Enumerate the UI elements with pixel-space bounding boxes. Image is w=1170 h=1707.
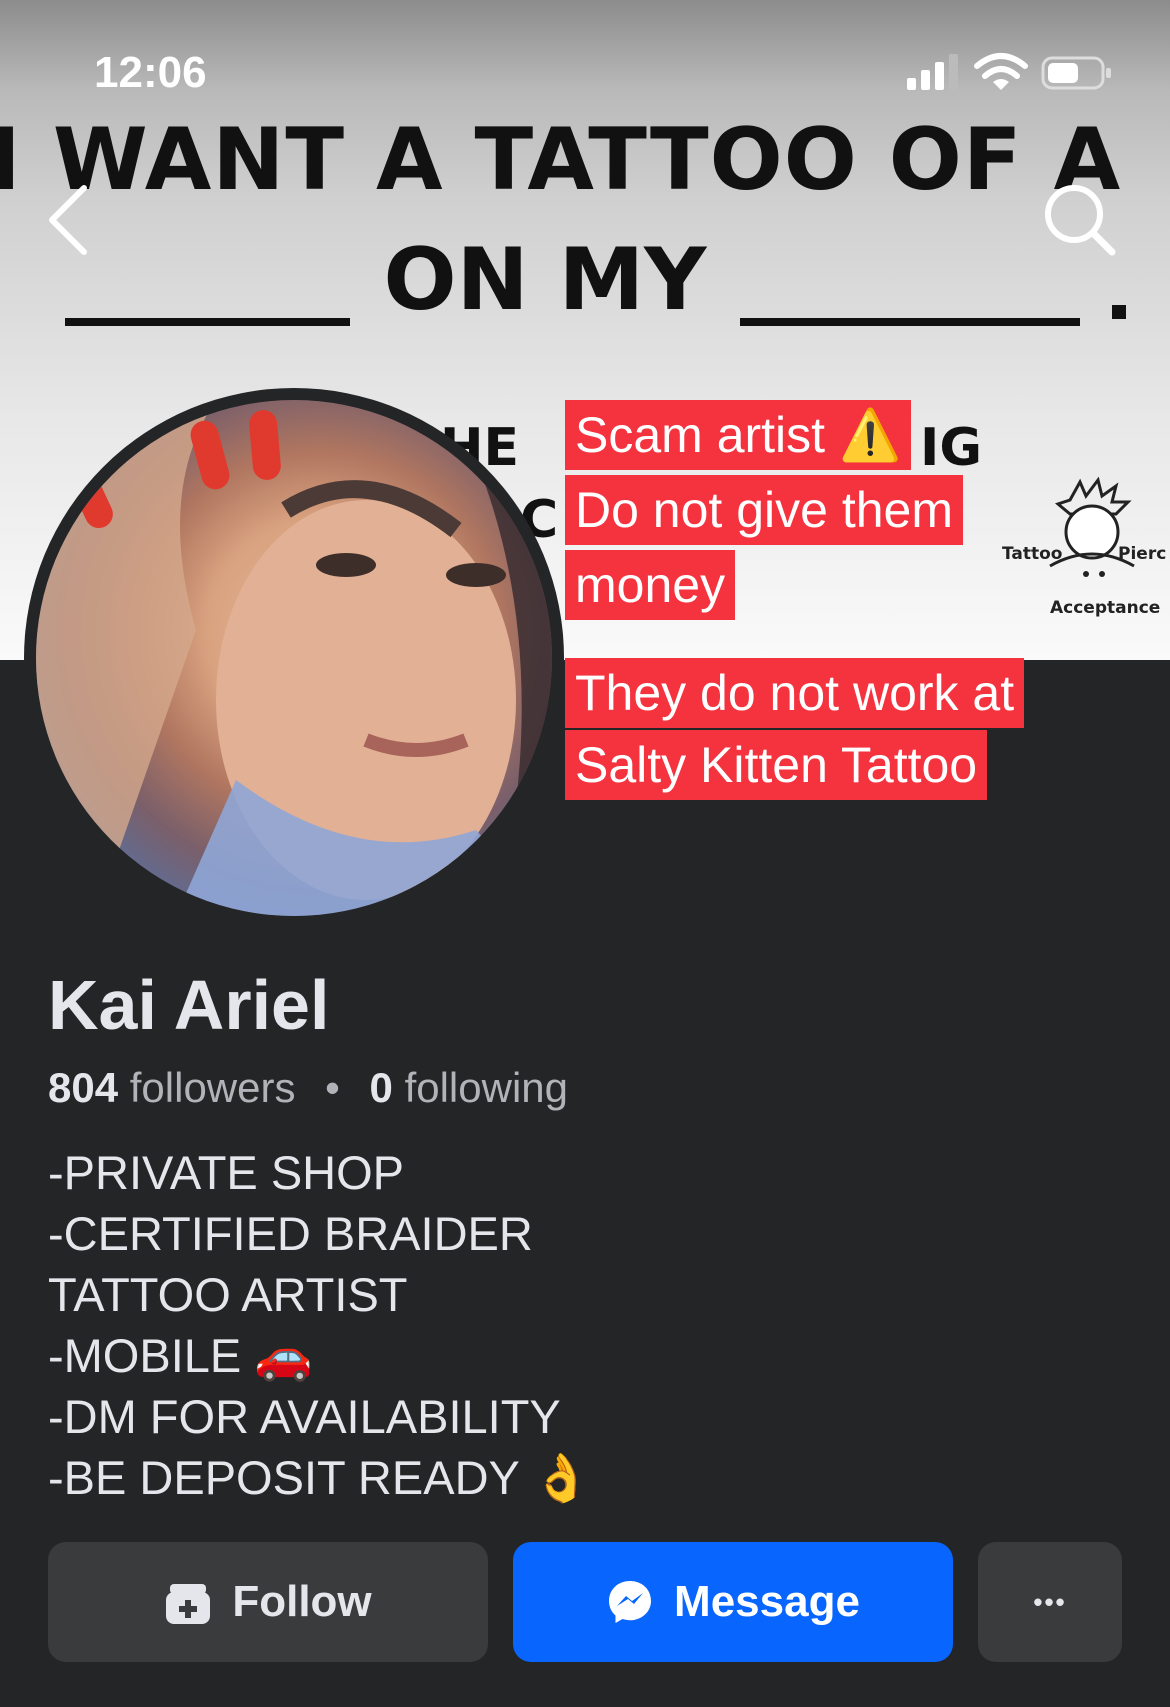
note-label: Salty Kitten Tattoo [565,730,988,800]
note-label: They do not work at [565,658,1025,728]
more-icon: ••• [1033,1586,1067,1617]
back-icon [49,185,87,255]
status-time: 12:06 [94,48,207,97]
back-button[interactable] [40,180,100,260]
cover-fragment: IG [920,418,983,478]
message-button[interactable]: Message [513,1542,953,1662]
profile-name: Kai Ariel [48,966,330,1044]
status-icons [905,50,1115,94]
stats-separator: • [325,1064,340,1111]
battery-icon [1041,56,1111,90]
following-link[interactable]: 0 following [370,1064,568,1111]
warning-label: money [565,550,736,620]
search-icon [1045,185,1116,256]
bio-line: -DM FOR AVAILABILITY [48,1390,561,1443]
cover-blank [740,318,1080,326]
followers-count: 804 [48,1064,119,1111]
bio-line: -PRIVATE SHOP [48,1146,405,1199]
message-label: Message [674,1577,860,1626]
cover-period [1112,305,1126,319]
logo-label-left: Tattoo [1002,544,1063,564]
cover-text-line1: I WANT A TATTOO OF A [0,110,1122,210]
follow-button[interactable]: Follow [48,1542,488,1662]
following-count: 0 [369,1064,393,1111]
tattoo-acceptance-logo: Tattoo Pierc Acceptance [1002,470,1170,630]
profile-avatar[interactable] [24,388,564,928]
profile-bio: -PRIVATE SHOP -CERTIFIED BRAIDER TATTOO … [48,1142,591,1508]
following-label: following [404,1064,569,1111]
logo-label-bottom: Acceptance [1050,598,1161,618]
logo-label-right: Pierc [1118,544,1167,564]
messenger-icon [609,1581,652,1623]
wifi-icon [974,53,1028,90]
followers-link[interactable]: 804 followers [48,1064,295,1111]
bio-line: -MOBILE 🚗 [48,1329,313,1382]
warning-label: Do not give them [565,475,963,545]
bio-line: -BE DEPOSIT READY 👌 [48,1451,591,1504]
follow-icon [166,1584,211,1624]
bio-line: TATTOO ARTIST [48,1268,408,1321]
more-options-button[interactable]: ••• [978,1542,1122,1662]
profile-stats: 804 followers • 0 following [48,1064,568,1112]
followers-label: followers [129,1064,296,1111]
profile-picture [36,400,552,916]
signal-icon [907,54,958,90]
bio-line: -CERTIFIED BRAIDER [48,1207,533,1260]
cover-text-line2: ON MY [383,230,707,330]
follow-label: Follow [232,1577,372,1626]
warning-label: Scam artist ⚠️ [565,400,912,470]
search-button[interactable] [1040,180,1120,260]
